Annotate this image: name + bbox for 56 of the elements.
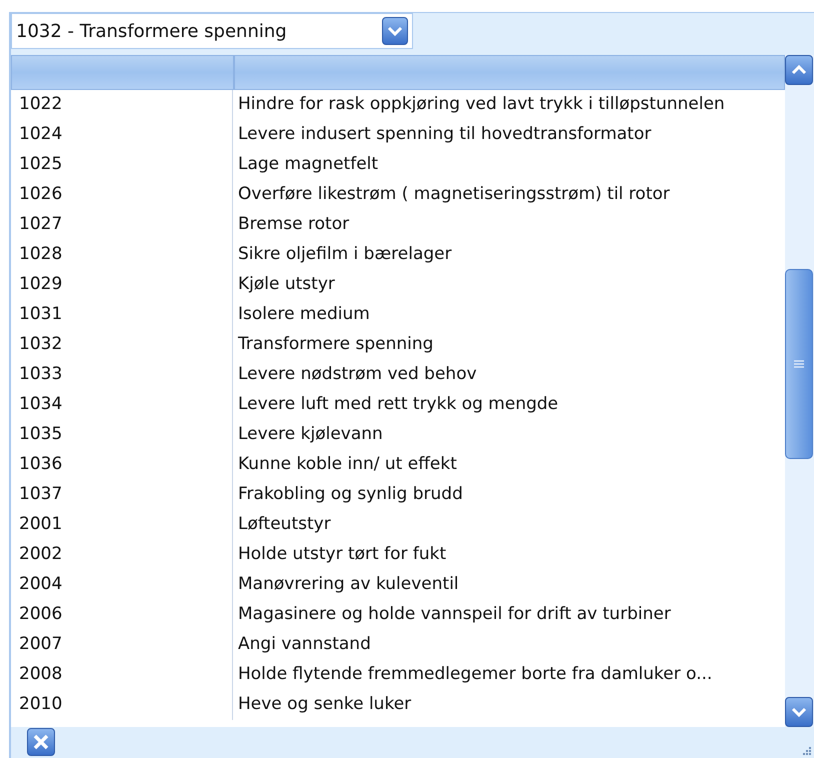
table-cell: 2007	[11, 630, 233, 660]
close-icon	[33, 734, 49, 750]
dropdown-button[interactable]	[382, 17, 408, 45]
resize-grip-icon[interactable]	[802, 746, 812, 756]
chevron-down-icon	[791, 706, 807, 718]
table-cell-text: Isolere medium	[237, 303, 371, 326]
table-cell: 2002	[11, 540, 233, 570]
table-cell-text: Transformere spenning	[237, 333, 434, 356]
table-cell: 1035	[11, 420, 233, 450]
table-cell: 1026	[11, 180, 233, 210]
table-cell-text: Holde flytende fremmedlegemer borte fra damluker o...	[237, 663, 714, 686]
table-cell: 2006	[11, 600, 233, 630]
table-cell-text: Kjøle utstyr	[237, 273, 336, 296]
scroll-up-button[interactable]	[785, 55, 813, 85]
table-cell: 2004	[11, 570, 233, 600]
table-cell: 1037	[11, 480, 233, 510]
table-cell-text: Løfteutstyr	[237, 513, 332, 536]
table-cell: 1033	[11, 360, 233, 390]
table-cell-text: Levere luft med rett trykk og mengde	[237, 393, 560, 416]
table-cell-text: Levere kjølevann	[237, 423, 384, 446]
table-cell: 1034	[11, 390, 233, 420]
table-cell: 1027	[11, 210, 233, 240]
table-cell: 1022	[11, 90, 233, 120]
table-cell-text: Levere nødstrøm ved behov	[237, 363, 478, 386]
table-cell: 1029	[11, 270, 233, 300]
combo-box[interactable]: 1032 - Transformere spenning	[11, 13, 413, 49]
table-cell: 1025	[11, 150, 233, 180]
table-cell-text: Heve og senke luker	[237, 693, 412, 716]
table-cell-text: Magasinere og holde vannspeil for drift av turbiner	[237, 603, 672, 626]
table-cell: 1028	[11, 240, 233, 270]
table-cell-text: Levere indusert spenning til hovedtransformator	[237, 123, 652, 146]
table-cell-text: Bremse rotor	[237, 213, 350, 236]
table-cell-text: Manøvrering av kuleventil	[237, 573, 460, 596]
table-cell-text: Sikre oljefilm i bærelager	[237, 243, 453, 266]
table-cell-text: Kunne koble inn/ ut effekt	[237, 453, 458, 476]
table-cell-text: Overføre likestrøm ( magnetiseringsstrøm) til rotor	[237, 183, 671, 206]
table-cell: 1024	[11, 120, 233, 150]
close-button[interactable]	[27, 728, 55, 756]
table-cell: 1032	[11, 330, 233, 360]
table-cell-text: Holde utstyr tørt for fukt	[237, 543, 448, 566]
combo-value: 1032 - Transformere spenning	[16, 20, 288, 44]
table-cell-text: Hindre for rask oppkjøring ved lavt trykk i tilløpstunnelen	[237, 93, 726, 116]
chevron-down-icon	[387, 25, 403, 37]
scroll-thumb[interactable]	[785, 269, 813, 459]
table-cell: 2008	[11, 660, 233, 690]
table-cell-text: Angi vannstand	[237, 633, 372, 656]
table-cell: 2010	[11, 690, 233, 720]
table-cell: 1036	[11, 450, 233, 480]
chevron-up-icon	[791, 64, 807, 76]
table-cell: 2001	[11, 510, 233, 540]
grip-icon	[794, 360, 804, 368]
table-cell: 1031	[11, 300, 233, 330]
scrollbar[interactable]	[785, 55, 814, 727]
table-cell-text: Frakobling og synlig brudd	[237, 483, 464, 506]
scroll-down-button[interactable]	[785, 697, 813, 727]
table-cell-text: Lage magnetfelt	[237, 153, 380, 176]
